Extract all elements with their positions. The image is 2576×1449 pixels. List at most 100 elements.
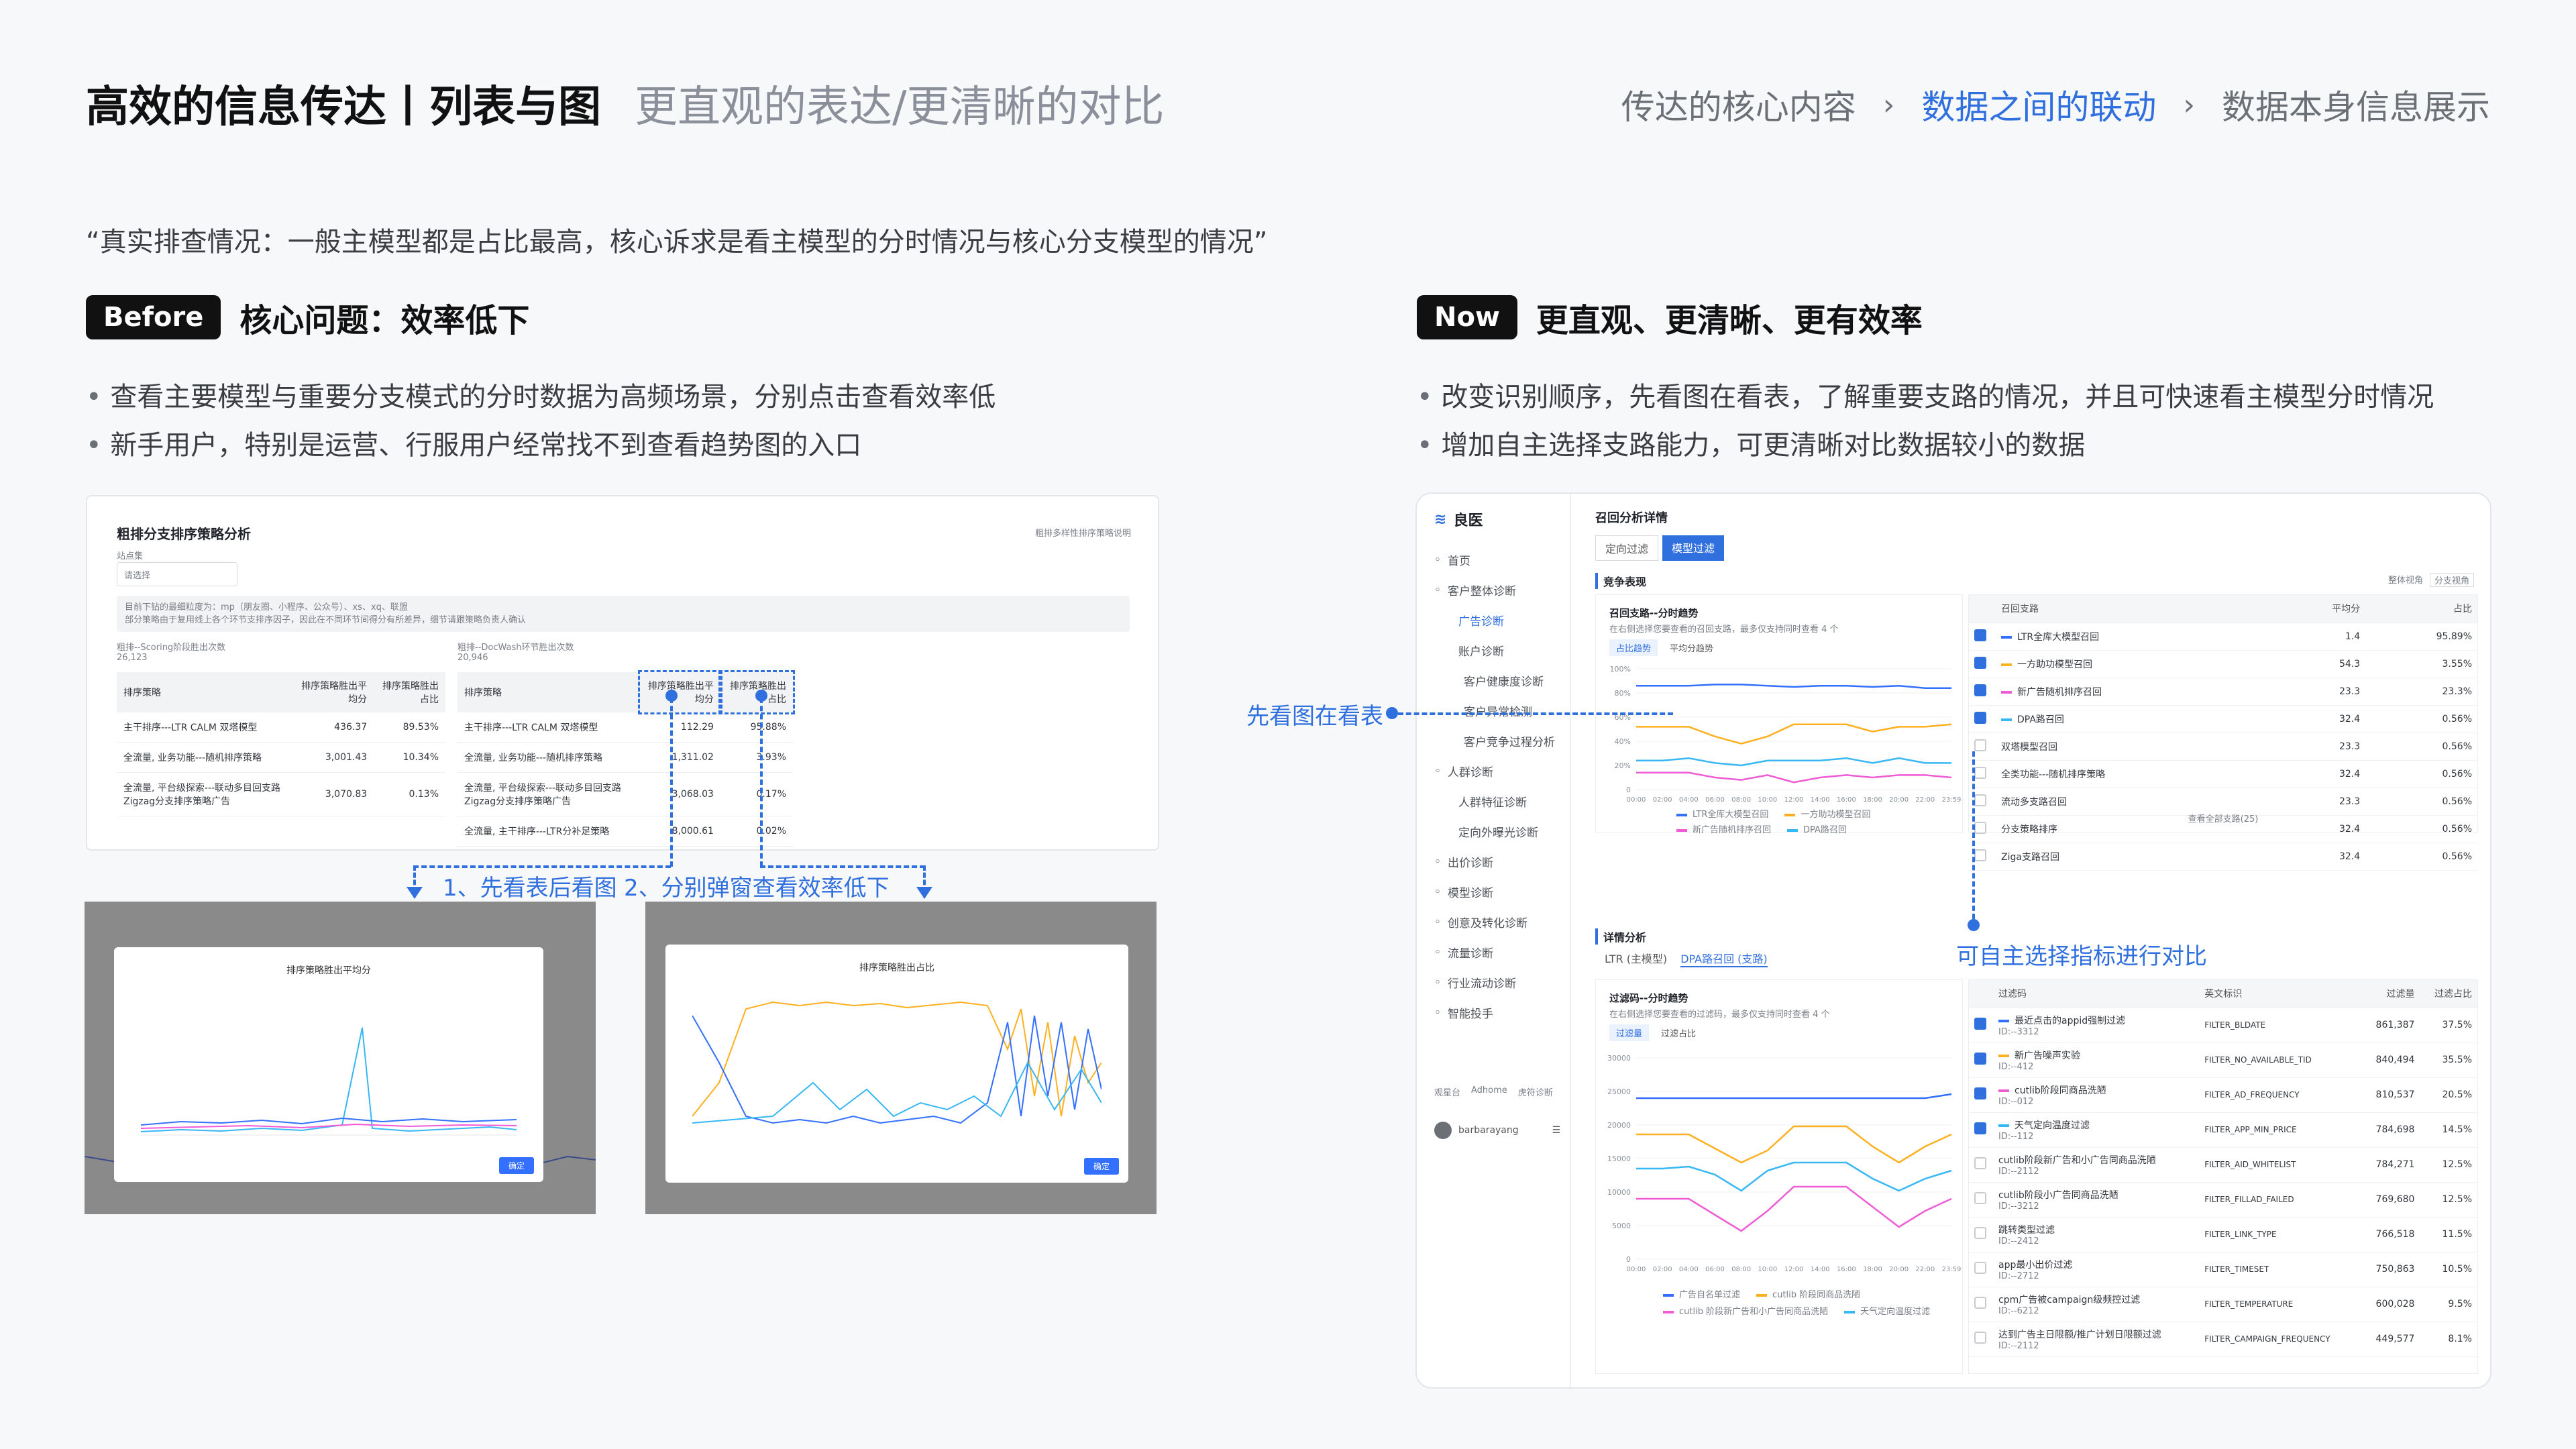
tab-model-filter[interactable]: 模型过滤 xyxy=(1662,535,1725,561)
sidebar-item[interactable]: ◦ 创意及转化诊断 xyxy=(1434,907,1562,937)
row-checkbox[interactable] xyxy=(1974,1262,1986,1274)
help-link[interactable]: 粗排多样性排序策略说明 xyxy=(1035,526,1131,539)
filter-qty: 861,387 xyxy=(2361,1008,2420,1043)
table-row[interactable]: 天气定向温度过滤 ID:--112 FILTER_APP_MIN_PRICE 784,… xyxy=(1969,1112,2477,1148)
sidebar-item[interactable]: ◦ 模型诊断 xyxy=(1434,877,1562,907)
footer-link[interactable]: Adhome xyxy=(1471,1085,1507,1098)
table-row[interactable]: cutlib阶段小广告同商品洗陋 ID:--3212 FILTER_FILLAD_F… xyxy=(1969,1182,2477,1218)
table-row[interactable]: 一方助功模型召回 54.3 3.55% xyxy=(1969,650,2477,678)
sidebar-item[interactable]: 人群特征诊断 xyxy=(1434,786,1562,816)
block-count: 26,123 xyxy=(117,653,148,663)
table-row[interactable]: 流动多支路召回 23.3 0.56% xyxy=(1969,788,2477,816)
footer-link[interactable]: 观星台 xyxy=(1434,1085,1460,1098)
col-header[interactable]: 排序策略胜出平均分 xyxy=(294,672,374,712)
table-row[interactable]: cutlib阶段新广告和小广告同商品洗陋 ID:--2112 FILTER_AID_… xyxy=(1969,1147,2477,1183)
modal-confirm-button[interactable]: 确定 xyxy=(498,1157,534,1174)
table-row[interactable]: 双塔模型召回 23.3 0.56% xyxy=(1969,733,2477,761)
table-row[interactable]: 跳转类型过滤 ID:--2412 FILTER_LINK_TYPE 766,518 11… xyxy=(1969,1217,2477,1252)
row-checkbox[interactable] xyxy=(1974,794,1986,806)
sidebar-item[interactable]: ◦ 流量诊断 xyxy=(1434,937,1562,967)
row-checkbox[interactable] xyxy=(1974,1332,1986,1344)
row-checkbox[interactable] xyxy=(1974,1053,1986,1065)
user-area[interactable]: barbarayang ☰ xyxy=(1434,1122,1560,1139)
avg-score: 1.4 xyxy=(2271,623,2366,651)
sidebar-item-label: 定向外曝光诊断 xyxy=(1458,826,1538,840)
col-header[interactable]: 过滤量 xyxy=(2361,980,2420,1008)
table-row[interactable]: DPA路召回 32.4 0.56% xyxy=(1969,705,2477,733)
sidebar-item[interactable]: 定向外曝光诊断 xyxy=(1434,816,1562,847)
sidebar-item[interactable]: 广告诊断 xyxy=(1434,605,1562,635)
modal-confirm-button[interactable]: 确定 xyxy=(1083,1158,1119,1175)
tab-avg-trend[interactable]: 平均分趋势 xyxy=(1663,639,1720,656)
sidebar-item[interactable]: ◦ 首页 xyxy=(1434,545,1562,575)
sidebar-item[interactable]: 客户竞争过程分析 xyxy=(1434,726,1562,756)
legend-item[interactable]: 广告自名单过滤 xyxy=(1663,1287,1740,1300)
table-row[interactable]: Ziga支路召回 32.4 0.56% xyxy=(1969,843,2477,871)
legend-item[interactable]: 一方助功模型召回 xyxy=(1784,807,1870,820)
row-checkbox[interactable] xyxy=(1974,684,1986,696)
tab-share-trend[interactable]: 占比趋势 xyxy=(1609,639,1658,656)
breadcrumb-item[interactable]: 数据本身信息展示 xyxy=(2222,80,2490,129)
tab-filter-qty[interactable]: 过滤量 xyxy=(1609,1024,1650,1041)
table-row[interactable]: 最近点击的appid强制过滤 ID:--3312 FILTER_BLDATE 861,… xyxy=(1969,1008,2477,1043)
sidebar-item[interactable]: ◦ 出价诊断 xyxy=(1434,847,1562,877)
footer-link[interactable]: 虎符诊断 xyxy=(1518,1085,1553,1098)
filter-id: ID:--6212 xyxy=(1998,1305,2039,1316)
filter-id: ID:--2112 xyxy=(1998,1340,2039,1351)
col-header[interactable]: 过滤占比 xyxy=(2420,980,2477,1008)
legend-item[interactable]: cutlib 阶段新广告和小广告同商品洗陋 xyxy=(1663,1304,1828,1317)
table-row[interactable]: cpm广告被campaign级频控过滤 ID:--6212 FILTER_TEMPE… xyxy=(1969,1287,2477,1322)
breadcrumb-item[interactable]: 传达的核心内容 xyxy=(1621,80,1856,129)
filter-id: ID:--012 xyxy=(1998,1096,2034,1107)
sidebar-item[interactable]: ◦ 客户整体诊断 xyxy=(1434,575,1562,605)
row-checkbox[interactable] xyxy=(1974,1087,1986,1099)
toggle-overall[interactable]: 整体视角 xyxy=(2388,573,2423,587)
sidebar-item[interactable]: ◦ 行业流动诊断 xyxy=(1434,967,1562,998)
tab-targeting-filter[interactable]: 定向过滤 xyxy=(1595,535,1659,561)
row-checkbox[interactable] xyxy=(1974,739,1986,751)
sidebar-item[interactable]: 客户健康度诊断 xyxy=(1434,665,1562,696)
table-row[interactable]: 新广告噪声实验 ID:--412 FILTER_NO_AVAILABLE_TID 84… xyxy=(1969,1042,2477,1078)
row-checkbox[interactable] xyxy=(1974,849,1986,861)
table-row[interactable]: cutlib阶段同商品洗陋 ID:--012 FILTER_AD_FREQUENCY… xyxy=(1969,1077,2477,1113)
sidebar-item[interactable]: ◦ 智能投手 xyxy=(1434,998,1562,1028)
breadcrumb-item-active[interactable]: 数据之间的联动 xyxy=(1921,80,2156,129)
col-header[interactable]: 平均分 xyxy=(2271,595,2366,623)
row-checkbox[interactable] xyxy=(1974,1157,1986,1169)
sidebar-item[interactable]: 账户诊断 xyxy=(1434,635,1562,665)
y-tick-label: 20% xyxy=(1615,761,1631,770)
filter-qty: 784,271 xyxy=(2361,1147,2420,1183)
row-checkbox[interactable] xyxy=(1974,656,1986,669)
toggle-branch[interactable]: 分支视角 xyxy=(2429,573,2474,587)
sidebar-item[interactable]: 客户异常检测 xyxy=(1434,696,1562,726)
tab-main-model[interactable]: LTR (主模型) xyxy=(1605,950,1667,967)
col-header[interactable]: 占比 xyxy=(2365,595,2477,623)
table-row[interactable]: 新广告随机排序召回 23.3 23.3% xyxy=(1969,678,2477,706)
legend-item[interactable]: DPA路召回 xyxy=(1787,822,1847,835)
col-header[interactable]: 排序策略胜出占比 xyxy=(374,672,445,712)
row-checkbox[interactable] xyxy=(1974,711,1986,724)
menu-collapse-icon[interactable]: ☰ xyxy=(1552,1125,1561,1136)
sidebar-item[interactable]: ◦ 人群诊断 xyxy=(1434,756,1562,786)
row-checkbox[interactable] xyxy=(1974,629,1986,641)
tab-dpa-branch[interactable]: DPA路召回 (支路) xyxy=(1680,950,1768,967)
legend-item[interactable]: cutlib 阶段同商品洗陋 xyxy=(1756,1287,1860,1300)
x-tick-label: 06:00 xyxy=(1705,796,1725,804)
legend-item[interactable]: 新广告随机排序召回 xyxy=(1676,822,1771,835)
site-select[interactable]: 请选择 xyxy=(117,562,237,586)
table-row[interactable]: 达到广告主日限额/推广计划日限额过滤 ID:--2112 FILTER_CAMPAI… xyxy=(1969,1322,2477,1357)
row-checkbox[interactable] xyxy=(1974,1297,1986,1309)
tab-filter-share[interactable]: 过滤占比 xyxy=(1654,1024,1703,1041)
legend-item[interactable]: 天气定向温度过滤 xyxy=(1844,1304,1930,1317)
avg-trend-header[interactable]: 排序策略胜出平均分 xyxy=(637,670,722,714)
row-checkbox[interactable] xyxy=(1974,766,1986,779)
table-row[interactable]: app最小出价过滤 ID:--2712 FILTER_TIMESET 750,863 1… xyxy=(1969,1252,2477,1287)
row-checkbox[interactable] xyxy=(1974,1227,1986,1239)
row-checkbox[interactable] xyxy=(1974,1018,1986,1030)
legend-item[interactable]: LTR全库大模型召回 xyxy=(1676,807,1768,820)
table-row[interactable]: LTR全库大模型召回 1.4 95.89% xyxy=(1969,623,2477,651)
view-all-branches-link[interactable]: 查看全部支路(25) xyxy=(1969,812,2477,824)
table-row[interactable]: 全类功能---随机排序策略 32.4 0.56% xyxy=(1969,760,2477,788)
row-checkbox[interactable] xyxy=(1974,1192,1986,1204)
row-checkbox[interactable] xyxy=(1974,1122,1986,1134)
